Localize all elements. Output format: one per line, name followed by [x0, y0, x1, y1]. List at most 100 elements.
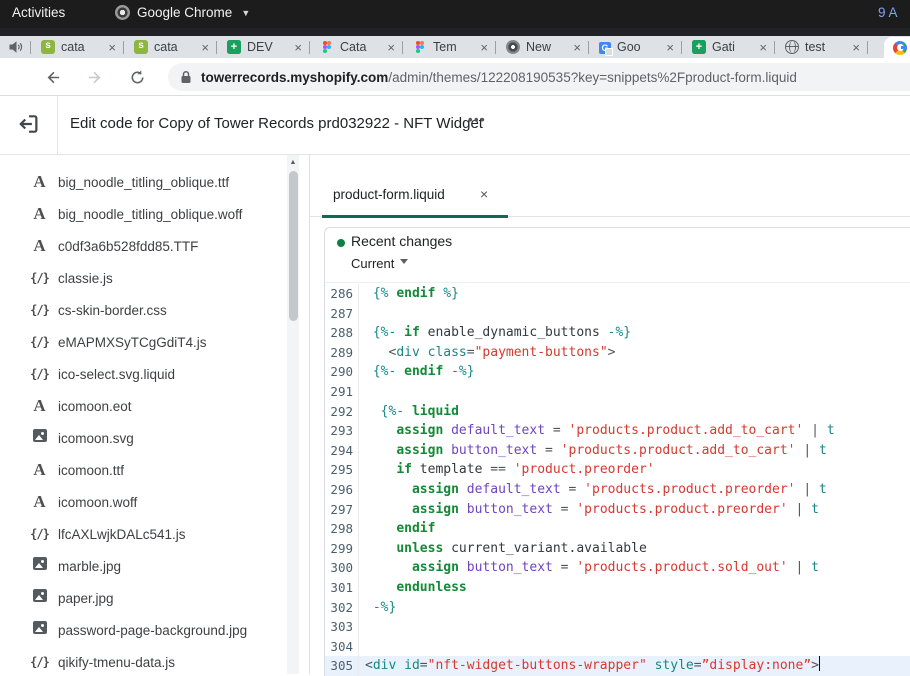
- file-name: paper.jpg: [58, 591, 114, 606]
- browser-tab-cata[interactable]: cata×: [124, 36, 216, 58]
- tab-close-icon[interactable]: ×: [759, 41, 767, 54]
- more-actions-button[interactable]: •••: [468, 112, 486, 127]
- version-dropdown[interactable]: Current: [351, 256, 394, 271]
- figma-favicon-icon: [320, 40, 334, 54]
- code-line-290[interactable]: 290 {%- endif -%}: [325, 362, 910, 382]
- editor-tab-label: product-form.liquid: [333, 187, 445, 202]
- file-item-icomoon.woff[interactable]: Aicomoon.woff: [0, 486, 286, 518]
- file-item-qikify-tmenu-data.js[interactable]: {/}qikify-tmenu-data.js: [0, 646, 286, 674]
- code-line-304[interactable]: 304: [325, 637, 910, 657]
- file-name: qikify-tmenu-data.js: [58, 655, 175, 670]
- scrollbar-thumb[interactable]: [289, 171, 298, 321]
- forward-button[interactable]: [83, 65, 107, 89]
- file-item-ico-select.svg.liquid[interactable]: {/}ico-select.svg.liquid: [0, 358, 286, 390]
- code-line-294[interactable]: 294 assign button_text = 'products.produ…: [325, 441, 910, 461]
- file-item-icomoon.svg[interactable]: icomoon.svg: [0, 422, 286, 454]
- browser-tab-cata[interactable]: cata ×: [31, 36, 123, 58]
- line-number: 293: [325, 421, 359, 441]
- file-item-icomoon.eot[interactable]: Aicomoon.eot: [0, 390, 286, 422]
- code-text: [359, 617, 365, 637]
- browser-tab-tem[interactable]: Tem ×: [403, 36, 495, 58]
- code-line-301[interactable]: 301 endunless: [325, 578, 910, 598]
- code-text: <div id="nft-widget-buttons-wrapper" sty…: [359, 656, 820, 676]
- file-item-big_noodle_titling_oblique.woff[interactable]: Abig_noodle_titling_oblique.woff: [0, 198, 286, 230]
- line-number: 291: [325, 382, 359, 402]
- code-line-296[interactable]: 296 assign default_text = 'products.prod…: [325, 480, 910, 500]
- app-menu[interactable]: Google Chrome ▼: [115, 5, 250, 20]
- code-line-303[interactable]: 303: [325, 617, 910, 637]
- clock: 9 A: [878, 5, 898, 20]
- reload-button[interactable]: [125, 65, 149, 89]
- code-file-icon: {/}: [30, 333, 49, 351]
- tab-close-icon[interactable]: ×: [573, 41, 581, 54]
- editor-tab-product-form[interactable]: product-form.liquid ×: [322, 173, 508, 217]
- code-editor-region: product-form.liquid × Recent changes Cur…: [310, 155, 910, 674]
- editor-panel: Recent changes Current 286 {% endif %}28…: [324, 227, 910, 676]
- code-line-300[interactable]: 300 assign button_text = 'products.produ…: [325, 558, 910, 578]
- url-path: /admin/themes/122208190535?key=snippets%…: [388, 70, 797, 85]
- app-menu-label: Google Chrome: [137, 5, 232, 20]
- code-line-299[interactable]: 299 unless current_variant.available: [325, 539, 910, 559]
- code-line-286[interactable]: 286 {% endif %}: [325, 284, 910, 304]
- browser-tab-gati[interactable]: Gati ×: [682, 36, 774, 58]
- code-line-292[interactable]: 292 {%- liquid: [325, 402, 910, 422]
- code-line-305[interactable]: 305<div id="nft-widget-buttons-wrapper" …: [325, 656, 910, 676]
- code-text: unless current_variant.available: [359, 539, 647, 559]
- code-line-302[interactable]: 302 -%}: [325, 598, 910, 618]
- tab-close-icon[interactable]: ×: [201, 41, 209, 54]
- line-number: 297: [325, 500, 359, 520]
- code-line-298[interactable]: 298 endif: [325, 519, 910, 539]
- chrome-app-icon: [115, 5, 130, 20]
- file-item-icomoon.ttf[interactable]: Aicomoon.ttf: [0, 454, 286, 486]
- tab-title: Tem: [433, 40, 474, 54]
- code-line-293[interactable]: 293 assign default_text = 'products.prod…: [325, 421, 910, 441]
- code-area[interactable]: 286 {% endif %}287288 {%- if enable_dyna…: [325, 284, 910, 676]
- tab-close-icon[interactable]: ×: [387, 41, 395, 54]
- browser-tab-cata[interactable]: Cata ×: [310, 36, 402, 58]
- tab-close-icon[interactable]: ×: [108, 41, 116, 54]
- file-item-big_noodle_titling_oblique.ttf[interactable]: Abig_noodle_titling_oblique.ttf: [0, 166, 286, 198]
- browser-tab-goo[interactable]: Goo×: [589, 36, 681, 58]
- speaker-icon[interactable]: [0, 40, 30, 54]
- browser-tab-active[interactable]: [884, 37, 910, 58]
- tab-title: Cata: [340, 40, 381, 54]
- file-item-cs-skin-border.css[interactable]: {/}cs-skin-border.css: [0, 294, 286, 326]
- file-item-password-page-background.jpg[interactable]: password-page-background.jpg: [0, 614, 286, 646]
- file-item-classie.js[interactable]: {/}classie.js: [0, 262, 286, 294]
- back-button[interactable]: [40, 65, 64, 89]
- file-item-paper.jpg[interactable]: paper.jpg: [0, 582, 286, 614]
- exit-code-editor-button[interactable]: [17, 113, 41, 137]
- activities-button[interactable]: Activities: [12, 5, 65, 20]
- image-file-icon: [30, 621, 49, 639]
- tab-close-icon[interactable]: ×: [294, 41, 302, 54]
- tab-title: Gati: [712, 40, 753, 54]
- page-header: Edit code for Copy of Tower Records prd0…: [0, 96, 910, 155]
- tab-separator: [867, 41, 868, 54]
- file-item-marble.jpg[interactable]: marble.jpg: [0, 550, 286, 582]
- code-line-288[interactable]: 288 {%- if enable_dynamic_buttons -%}: [325, 323, 910, 343]
- file-item-lfcAXLwjkDALc541.js[interactable]: {/}lfcAXLwjkDALc541.js: [0, 518, 286, 550]
- file-list: Abig_noodle_titling_oblique.ttfAbig_nood…: [0, 166, 286, 674]
- browser-tab-dev[interactable]: DEV×: [217, 36, 309, 58]
- chrome-favicon-icon: [506, 40, 520, 54]
- code-line-287[interactable]: 287: [325, 304, 910, 324]
- browser-tab-new[interactable]: New×: [496, 36, 588, 58]
- code-line-297[interactable]: 297 assign button_text = 'products.produ…: [325, 500, 910, 520]
- tab-close-icon[interactable]: ×: [480, 41, 488, 54]
- address-bar[interactable]: towerrecords.myshopify.com/admin/themes/…: [168, 63, 910, 91]
- file-item-c0df3a6b528fdd85.TTF[interactable]: Ac0df3a6b528fdd85.TTF: [0, 230, 286, 262]
- lock-icon: [180, 70, 192, 84]
- code-line-289[interactable]: 289 <div class="payment-buttons">: [325, 343, 910, 363]
- code-line-291[interactable]: 291: [325, 382, 910, 402]
- browser-tab-test[interactable]: test×: [775, 36, 867, 58]
- file-item-eMAPMXSyTCgGdiT4.js[interactable]: {/}eMAPMXSyTCgGdiT4.js: [0, 326, 286, 358]
- tab-close-icon[interactable]: ×: [666, 41, 674, 54]
- tab-close-icon[interactable]: ×: [852, 41, 860, 54]
- code-line-295[interactable]: 295 if template == 'product.preorder': [325, 460, 910, 480]
- tab-title: cata: [61, 40, 102, 54]
- editor-tab-close-icon[interactable]: ×: [480, 186, 488, 202]
- sidebar-scrollbar[interactable]: ▲: [287, 155, 299, 674]
- browser-toolbar: towerrecords.myshopify.com/admin/themes/…: [0, 58, 910, 96]
- scroll-up-arrow-icon[interactable]: ▲: [287, 159, 299, 166]
- status-dot-icon: [337, 239, 345, 247]
